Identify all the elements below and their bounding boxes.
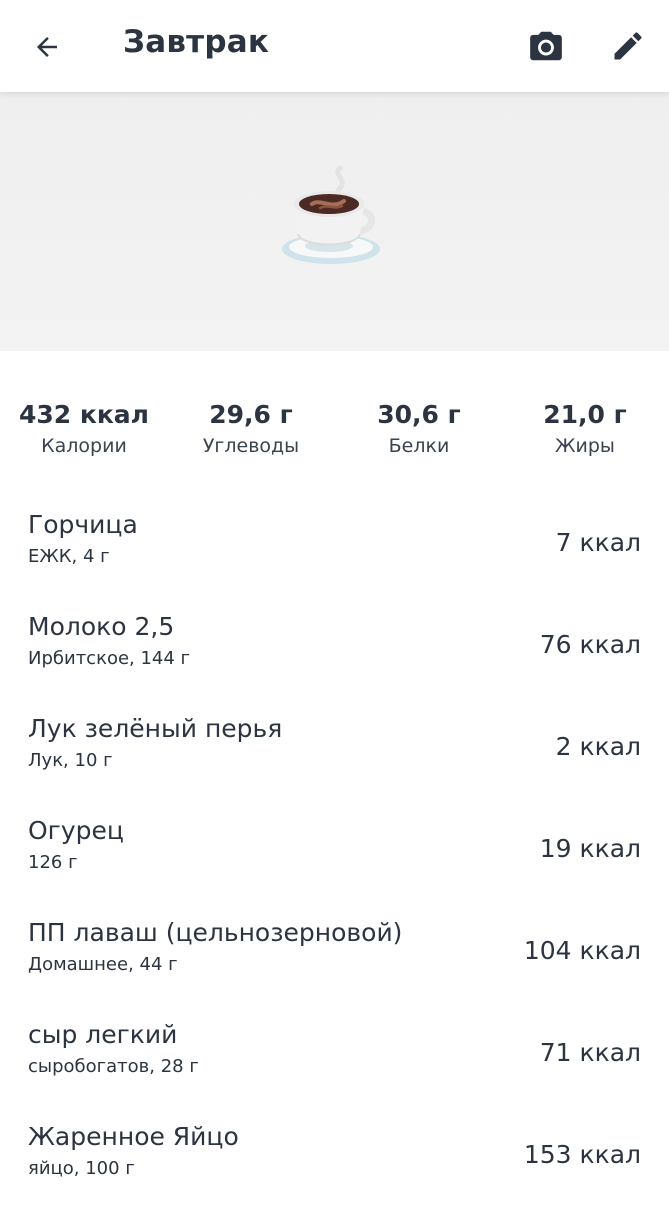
stat-protein: 30,6 г Белки [354,400,484,457]
pencil-icon [614,32,642,60]
food-details: сыробогатов, 28 г [28,1056,199,1077]
food-calories: 76 ккал [539,630,641,659]
food-calories: 2 ккал [555,732,641,761]
food-name: сыр легкий [28,1020,178,1049]
arrow-left-icon [37,37,57,57]
stat-protein-label: Белки [388,435,450,457]
page-title: Завтрак [123,24,270,60]
stat-calories: 432 ккал Калории [14,400,154,457]
food-details: Домашнее, 44 г [28,954,178,975]
food-name: Лук зелёный перья [28,714,283,743]
food-calories: 153 ккал [523,1140,641,1169]
food-details: яйцо, 100 г [28,1158,135,1179]
stat-carbs-label: Углеводы [202,435,300,457]
stat-calories-label: Калории [41,435,127,457]
food-name: Жаренное Яйцо [28,1122,239,1151]
food-details: Лук, 10 г [28,750,113,771]
back-button[interactable] [26,26,68,68]
list-item[interactable]: Горчица ЕЖК, 4 г 7 ккал [0,494,669,596]
nutrition-summary: 432 ккал Калории 29,6 г Углеводы 30,6 г … [0,400,669,470]
stat-carbs: 29,6 г Углеводы [186,400,316,457]
list-item[interactable]: ПП лаваш (цельнозерновой) Домашнее, 44 г… [0,902,669,1004]
food-calories: 71 ккал [539,1038,641,1067]
stat-fat: 21,0 г Жиры [520,400,650,457]
food-list: Горчица ЕЖК, 4 г 7 ккал Молоко 2,5 Ирбит… [0,494,669,1208]
food-details: 126 г [28,852,78,873]
stat-protein-value: 30,6 г [377,400,461,429]
food-calories: 7 ккал [555,528,641,557]
stat-fat-value: 21,0 г [543,400,627,429]
food-calories: 19 ккал [539,834,641,863]
list-item[interactable]: Огурец 126 г 19 ккал [0,800,669,902]
camera-button[interactable] [524,24,568,68]
app-bar: Завтрак [0,0,669,92]
food-name: Молоко 2,5 [28,612,175,641]
list-item[interactable]: Лук зелёный перья Лук, 10 г 2 ккал [0,698,669,800]
list-item[interactable]: Молоко 2,5 Ирбитское, 144 г 76 ккал [0,596,669,698]
list-item[interactable]: сыр легкий сыробогатов, 28 г 71 ккал [0,1004,669,1106]
stat-carbs-value: 29,6 г [209,400,293,429]
food-details: Ирбитское, 144 г [28,648,191,669]
edit-button[interactable] [606,24,650,68]
camera-icon [530,31,562,61]
coffee-cup-icon [282,165,380,264]
food-calories: 104 ккал [523,936,641,965]
food-name: Горчица [28,510,138,539]
stat-fat-label: Жиры [555,435,615,457]
stat-calories-value: 432 ккал [18,400,149,429]
meal-photo-area[interactable] [0,92,669,351]
food-name: Огурец [28,816,124,845]
food-name: ПП лаваш (цельнозерновой) [28,918,403,947]
list-item[interactable]: Жаренное Яйцо яйцо, 100 г 153 ккал [0,1106,669,1208]
food-details: ЕЖК, 4 г [28,546,110,567]
